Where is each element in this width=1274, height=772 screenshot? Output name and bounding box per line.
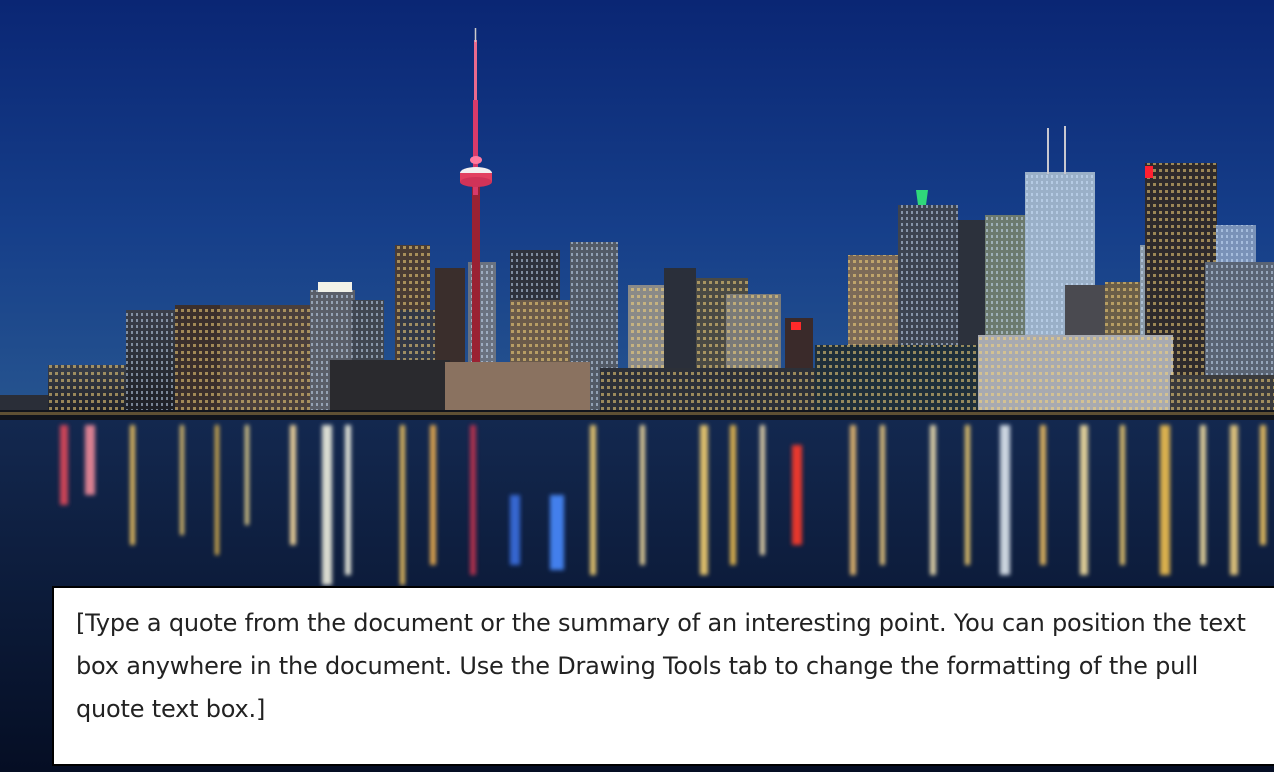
pull-quote-text-box[interactable]: [Type a quote from the document or the s… xyxy=(52,586,1274,766)
pull-quote-text[interactable]: [Type a quote from the document or the s… xyxy=(76,602,1256,731)
